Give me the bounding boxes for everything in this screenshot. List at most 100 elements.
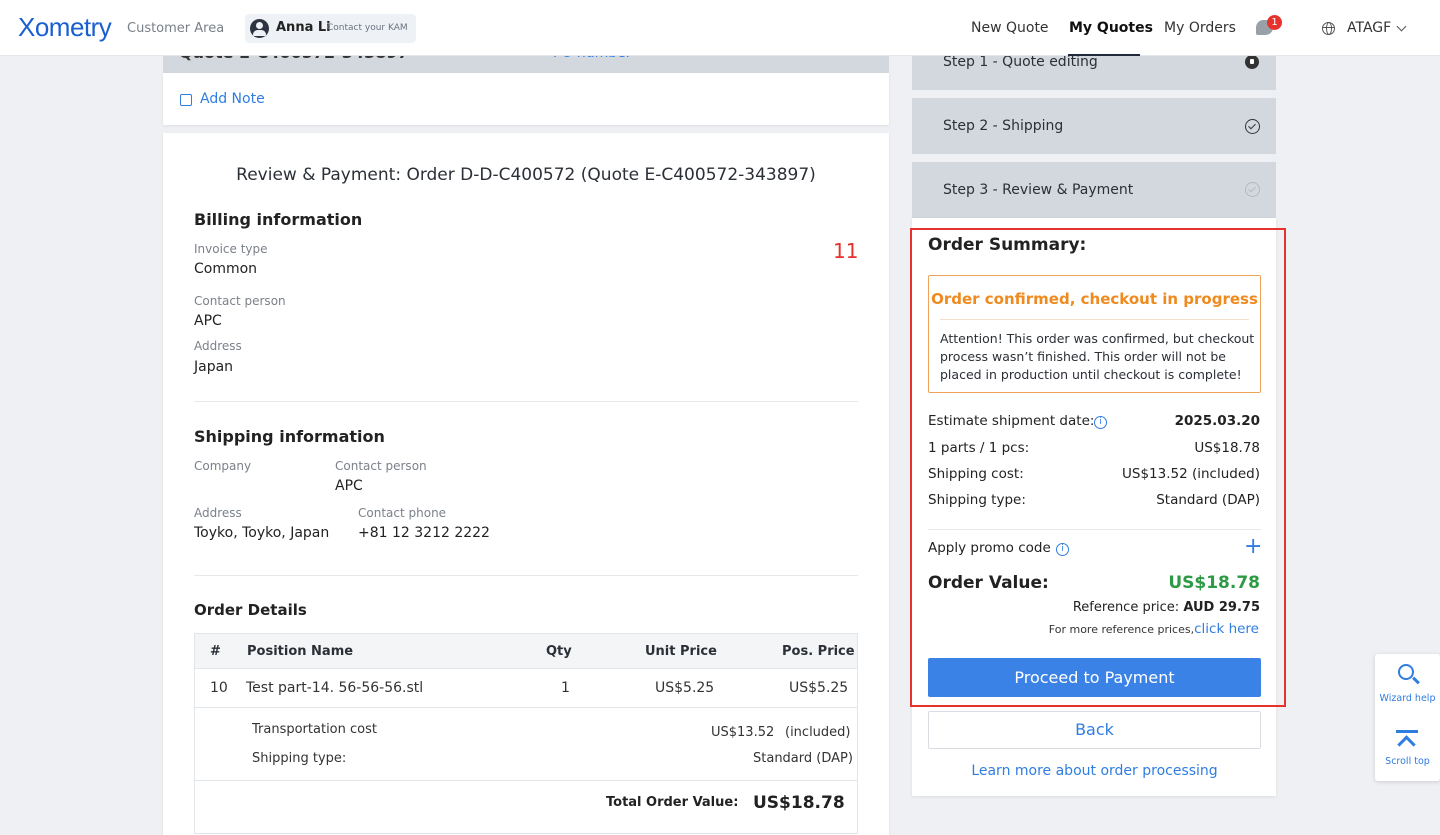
shipping-cost-value: US$13.52 (included) — [1122, 466, 1260, 482]
shipping-cost-label: Shipping cost: — [928, 466, 1024, 482]
magnifier-icon[interactable] — [1398, 664, 1414, 680]
back-button[interactable]: Back — [928, 711, 1261, 749]
table-header: # Position Name Qty Unit Price Pos. Pric… — [195, 634, 857, 669]
wizard-help-link[interactable]: Wizard help — [1375, 693, 1440, 704]
row-position-name: Test part-14. 56-56-56.stl — [246, 680, 424, 696]
parts-value: US$18.78 — [1194, 440, 1260, 456]
xometry-logo[interactable]: Xometry — [18, 12, 112, 43]
edit-icon[interactable] — [180, 94, 192, 106]
shipping-type-value: Standard (DAP) — [753, 751, 853, 766]
plus-icon[interactable]: + — [1244, 536, 1262, 558]
col-number: # — [210, 644, 221, 659]
estimate-shipment-label: Estimate shipment date: — [928, 413, 1095, 429]
step-3-label: Step 3 - Review & Payment — [943, 182, 1134, 198]
billing-contact-value: APC — [194, 313, 222, 329]
shipping-phone-value: +81 12 3212 2222 — [358, 525, 490, 541]
col-position-name: Position Name — [247, 644, 354, 659]
order-summary-title: Order Summary: — [928, 235, 1087, 255]
info-icon[interactable]: i — [1094, 416, 1107, 429]
transport-cost-label: Transportation cost — [252, 722, 377, 737]
reference-price-value: AUD 29.75 — [1183, 600, 1260, 615]
customer-area-label: Customer Area — [127, 21, 225, 36]
row-divider — [195, 780, 857, 781]
total-order-label: Total Order Value: — [606, 795, 739, 810]
shipping-address-label: Address — [194, 506, 242, 520]
shipping-phone-label: Contact phone — [358, 506, 447, 520]
nav-my-quotes[interactable]: My Quotes — [1069, 20, 1153, 36]
nav-new-quote[interactable]: New Quote — [971, 20, 1049, 36]
notification-badge: 1 — [1267, 15, 1282, 30]
user-chip[interactable]: Anna Li Contact your KAM — [245, 14, 416, 43]
learn-more-link[interactable]: Learn more about order processing — [928, 763, 1261, 779]
invoice-type-label: Invoice type — [194, 242, 268, 256]
review-payment-card: Review & Payment: Order D-D-C400572 (Quo… — [163, 133, 889, 835]
col-qty: Qty — [546, 644, 572, 659]
reference-price: Reference price: AUD 29.75 — [1073, 600, 1260, 615]
nav-my-orders[interactable]: My Orders — [1164, 20, 1236, 36]
shipping-heading: Shipping information — [194, 427, 385, 446]
check-circle-icon — [1245, 182, 1260, 197]
check-circle-icon — [1245, 119, 1260, 134]
order-details-heading: Order Details — [194, 601, 307, 619]
shipping-address-value: Toyko, Toyko, Japan — [194, 525, 330, 541]
user-name: Anna Li — [276, 20, 331, 35]
top-navigation-bar: Xometry Customer Area Anna Li Contact yo… — [0, 0, 1440, 56]
shipping-contact-value: APC — [335, 478, 363, 494]
user-avatar-icon — [250, 19, 269, 38]
scroll-top-link[interactable]: Scroll top — [1375, 756, 1440, 767]
annotation-number: 11 — [833, 239, 859, 263]
promo-code-label[interactable]: Apply promo code — [928, 540, 1051, 556]
add-note-link[interactable]: Add Note — [200, 91, 265, 107]
account-selector[interactable]: ATAGF — [1347, 20, 1391, 36]
col-pos-price: Pos. Price — [782, 644, 855, 659]
estimate-shipment-value: 2025.03.20 — [1174, 413, 1260, 429]
floating-help-panel: Wizard help Scroll top — [1375, 654, 1440, 781]
billing-heading: Billing information — [194, 210, 363, 229]
parts-label: 1 parts / 1 pcs: — [928, 440, 1030, 456]
active-nav-underline — [1068, 54, 1140, 56]
row-divider — [195, 707, 857, 708]
order-details-table: # Position Name Qty Unit Price Pos. Pric… — [194, 633, 858, 834]
row-unit-price: US$5.25 — [655, 680, 715, 696]
info-icon[interactable]: i — [1056, 543, 1069, 556]
alert-title: Order confirmed, checkout in progress — [931, 290, 1258, 308]
more-reference-prices: For more reference prices,click here — [1049, 621, 1259, 637]
shipping-type-label: Shipping type: — [252, 751, 347, 766]
divider — [194, 401, 858, 402]
click-here-link[interactable]: click here — [1194, 621, 1259, 637]
shipping-company-label: Company — [194, 459, 252, 473]
total-order-value: US$18.78 — [753, 793, 845, 813]
summary-divider — [928, 529, 1261, 530]
summary-shipping-type-label: Shipping type: — [928, 492, 1026, 508]
scroll-top-bar-icon[interactable] — [1396, 730, 1418, 733]
step-shipping[interactable]: Step 2 - Shipping — [912, 98, 1276, 154]
review-title: Review & Payment: Order D-D-C400572 (Quo… — [236, 165, 816, 185]
step-review-payment[interactable]: Step 3 - Review & Payment — [912, 162, 1276, 218]
alert-message: Attention! This order was confirmed, but… — [940, 331, 1255, 382]
shipping-contact-label: Contact person — [335, 459, 427, 473]
summary-shipping-type-value: Standard (DAP) — [1156, 492, 1260, 508]
step-2-label: Step 2 - Shipping — [943, 118, 1064, 134]
transport-cost-note: (included) — [785, 725, 851, 740]
transport-cost-value: US$13.52 — [711, 725, 775, 740]
alert-divider — [940, 319, 1249, 320]
lock-icon — [1245, 55, 1259, 69]
chevron-down-icon[interactable] — [1396, 21, 1407, 32]
chevron-up-icon[interactable] — [1397, 735, 1416, 754]
step-1-label: Step 1 - Quote editing — [943, 54, 1098, 70]
billing-contact-label: Contact person — [194, 294, 286, 308]
globe-icon[interactable] — [1322, 22, 1335, 35]
add-note-card: Add Note — [163, 73, 889, 125]
invoice-type-value: Common — [194, 261, 258, 277]
col-unit-price: Unit Price — [645, 644, 717, 659]
order-value-label: Order Value: — [928, 573, 1049, 593]
reference-price-label: Reference price: — [1072, 600, 1180, 615]
row-pos-price: US$5.25 — [789, 680, 849, 696]
checkout-alert: Order confirmed, checkout in progress At… — [928, 275, 1261, 393]
contact-kam-link[interactable]: Contact your KAM — [327, 23, 408, 33]
row-qty: 1 — [561, 680, 570, 696]
proceed-to-payment-button[interactable]: Proceed to Payment — [928, 658, 1261, 697]
billing-address-value: Japan — [194, 359, 234, 375]
divider — [194, 575, 858, 576]
more-prices-text: For more reference prices, — [1048, 623, 1195, 636]
